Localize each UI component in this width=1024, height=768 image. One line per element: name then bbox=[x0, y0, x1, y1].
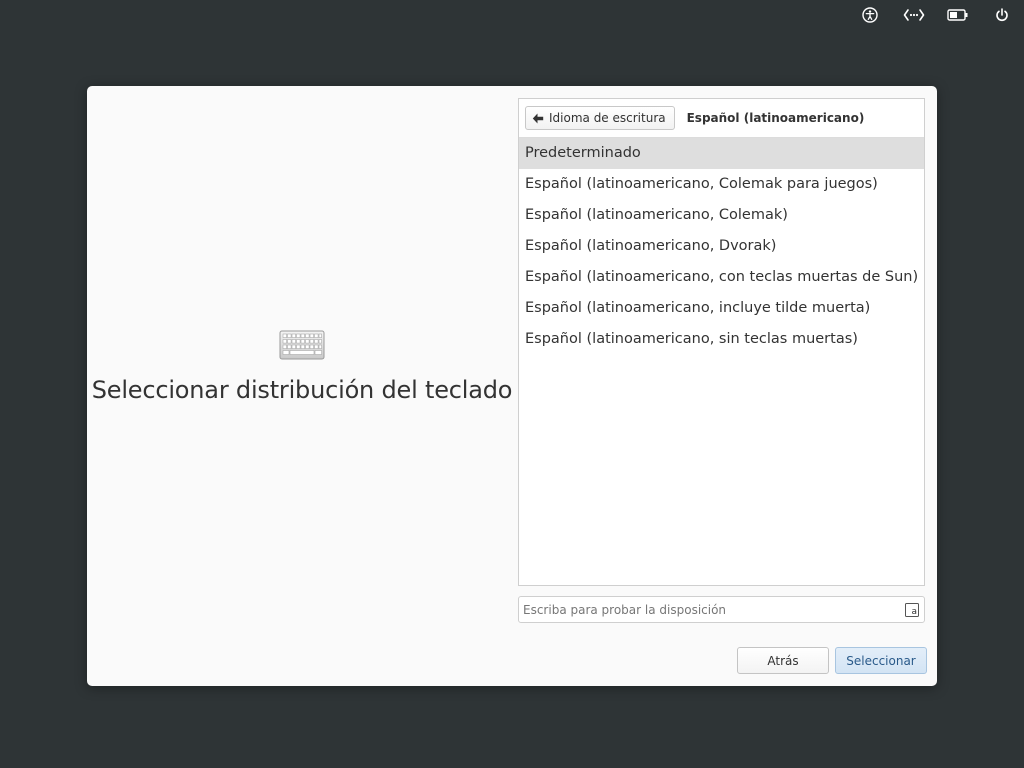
top-panel-indicators bbox=[848, 0, 1024, 30]
battery-icon bbox=[947, 9, 969, 21]
test-layout-field: a bbox=[518, 596, 925, 623]
page-title: Seleccionar distribución del teclado bbox=[91, 376, 513, 404]
svg-text:a: a bbox=[912, 607, 918, 617]
power-indicator[interactable] bbox=[980, 0, 1024, 30]
layout-item-no-dead-keys[interactable]: Español (latinoamericano, sin teclas mue… bbox=[519, 324, 924, 355]
layout-item-dead-tilde[interactable]: Español (latinoamericano, incluye tilde … bbox=[519, 293, 924, 324]
keyboard-layout-dialog: Seleccionar distribución del teclado Idi… bbox=[87, 86, 937, 686]
accessibility-icon bbox=[862, 7, 878, 23]
layout-item-dvorak[interactable]: Español (latinoamericano, Dvorak) bbox=[519, 231, 924, 262]
left-pane: Seleccionar distribución del teclado bbox=[87, 86, 517, 686]
input-language-back-button[interactable]: Idioma de escritura bbox=[525, 106, 675, 130]
back-button[interactable]: Atrás bbox=[737, 647, 829, 674]
layout-list-panel: Idioma de escritura Español (latinoameri… bbox=[518, 98, 925, 586]
keyboard-layout-icon[interactable]: a bbox=[905, 602, 919, 617]
network-icon bbox=[903, 8, 925, 22]
layout-item-colemak[interactable]: Español (latinoamericano, Colemak) bbox=[519, 200, 924, 231]
back-button-label: Idioma de escritura bbox=[549, 111, 666, 125]
keyboard-icon bbox=[279, 329, 325, 365]
list-header: Idioma de escritura Español (latinoameri… bbox=[519, 99, 924, 138]
layout-item-sun-dead-keys[interactable]: Español (latinoamericano, con teclas mue… bbox=[519, 262, 924, 293]
network-indicator[interactable] bbox=[892, 0, 936, 30]
layout-item-default[interactable]: Predeterminado bbox=[519, 138, 924, 169]
accessibility-indicator[interactable] bbox=[848, 0, 892, 30]
arrow-left-icon bbox=[532, 113, 544, 124]
layout-item-colemak-gaming[interactable]: Español (latinoamericano, Colemak para j… bbox=[519, 169, 924, 200]
language-title: Español (latinoamericano) bbox=[686, 111, 865, 125]
battery-indicator[interactable] bbox=[936, 0, 980, 30]
layout-list: Predeterminado Español (latinoamericano,… bbox=[519, 138, 924, 355]
select-button[interactable]: Seleccionar bbox=[835, 647, 927, 674]
test-layout-input[interactable] bbox=[519, 597, 905, 622]
power-icon bbox=[995, 8, 1009, 22]
